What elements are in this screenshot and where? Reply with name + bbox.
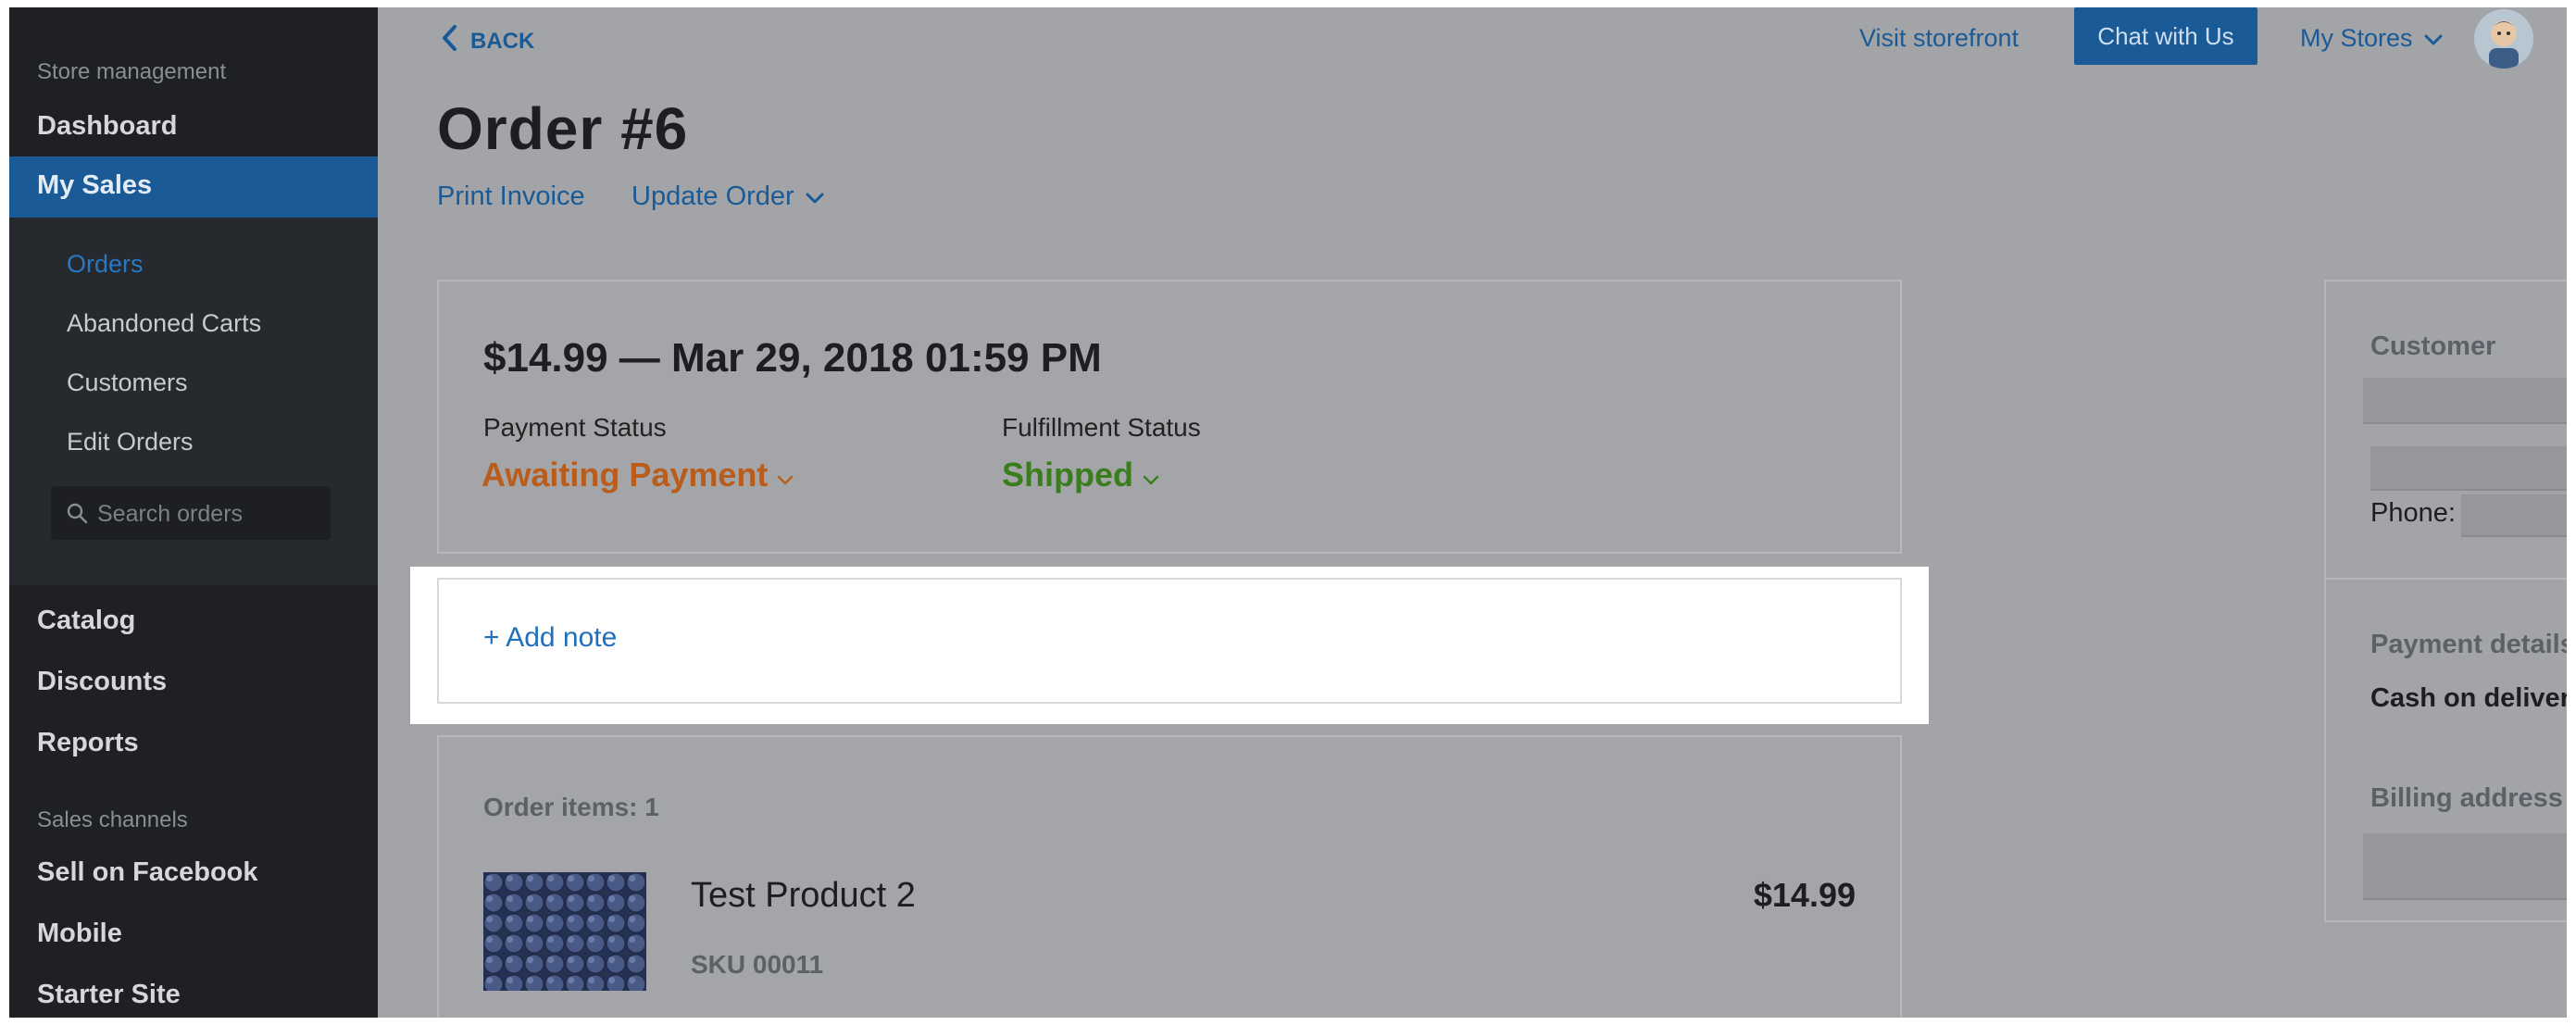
chat-with-us-button[interactable]: Chat with Us [2074, 7, 2257, 65]
sidebar-item-sell-on-facebook[interactable]: Sell on Facebook [37, 857, 258, 888]
customer-label: Customer [2370, 331, 2496, 361]
update-order-dropdown[interactable]: Update Order [631, 181, 824, 212]
page-title: Order #6 [437, 95, 689, 162]
customer-card: Customer CR Phone: Payment details Cash … [2324, 280, 2567, 922]
sidebar-subitem-abandoned-carts[interactable]: Abandoned Carts [67, 309, 261, 338]
chevron-down-icon [1143, 456, 1159, 494]
order-total-date: $14.99 — Mar 29, 2018 01:59 PM [483, 335, 1102, 381]
sidebar-item-dashboard[interactable]: Dashboard [37, 111, 177, 142]
chevron-down-icon [806, 181, 824, 212]
sidebar-item-my-sales[interactable]: My Sales [9, 156, 378, 218]
visit-storefront-link[interactable]: Visit storefront [1859, 24, 2019, 53]
product-name[interactable]: Test Product 2 [691, 876, 916, 916]
payment-details-label: Payment details [2370, 630, 2567, 659]
product-price: $14.99 [1753, 876, 1856, 914]
print-invoice-label: Print Invoice [437, 181, 585, 211]
back-label: BACK [470, 28, 535, 54]
update-order-label: Update Order [631, 181, 794, 211]
billing-address-label: Billing address [2370, 783, 2563, 813]
divider [2326, 578, 2567, 580]
order-items-card: Order items: 1 Test Product 2 SKU 00011 … [437, 735, 1902, 1018]
order-items-count: Order items: 1 [483, 793, 659, 821]
sidebar-section-sales-channels: Sales channels [37, 807, 188, 832]
search-orders-box [51, 486, 331, 540]
sidebar: Store management Dashboard My Sales Orde… [9, 7, 378, 1018]
payment-status-label: Payment Status [483, 413, 667, 442]
phone-label: Phone: [2370, 498, 2456, 528]
sidebar-section-store-management: Store management [37, 59, 227, 84]
my-stores-dropdown[interactable]: My Stores [2300, 24, 2443, 53]
redacted-customer-email [2370, 446, 2567, 491]
sidebar-item-reports[interactable]: Reports [37, 728, 139, 758]
product-sku: SKU 00011 [691, 950, 824, 979]
product-thumbnail[interactable] [483, 872, 646, 991]
order-summary-card: $14.99 — Mar 29, 2018 01:59 PM Payment S… [437, 280, 1902, 554]
chevron-left-icon [441, 24, 457, 58]
sidebar-item-catalog[interactable]: Catalog [37, 606, 135, 636]
fulfillment-status-label: Fulfillment Status [1002, 413, 1201, 442]
chevron-down-icon [2424, 24, 2443, 53]
search-icon [66, 502, 88, 529]
print-invoice-link[interactable]: Print Invoice [437, 181, 585, 212]
chevron-down-icon [777, 456, 794, 494]
main-content: BACK Visit storefront Chat with Us My St… [378, 7, 2567, 1018]
sidebar-item-discounts[interactable]: Discounts [37, 667, 167, 697]
cartoon-avatar-icon [2474, 9, 2533, 69]
fulfillment-status-value: Shipped [1002, 456, 1133, 494]
user-avatar[interactable] [2474, 9, 2533, 69]
sidebar-subitem-orders[interactable]: Orders [67, 250, 144, 279]
sidebar-item-my-sales-label: My Sales [37, 170, 153, 200]
sidebar-item-mobile[interactable]: Mobile [37, 919, 122, 949]
sidebar-item-starter-site[interactable]: Starter Site [37, 980, 181, 1010]
my-stores-label: My Stores [2300, 24, 2413, 52]
payment-status-dropdown[interactable]: Awaiting Payment [481, 456, 794, 494]
payment-method: Cash on delivery [2370, 683, 2567, 713]
sidebar-subitem-edit-orders[interactable]: Edit Orders [67, 428, 194, 456]
redacted-customer-name [2363, 378, 2567, 424]
search-orders-input[interactable] [95, 494, 321, 533]
add-note-link[interactable]: + Add note [483, 622, 617, 654]
redacted-billing-address [2363, 833, 2567, 900]
add-note-card[interactable]: + Add note [437, 578, 1902, 704]
sidebar-subitem-customers[interactable]: Customers [67, 369, 188, 397]
app-window: Store management Dashboard My Sales Orde… [9, 7, 2567, 1018]
back-link[interactable]: BACK [441, 24, 534, 58]
fulfillment-status-dropdown[interactable]: Shipped [1002, 456, 1159, 494]
redacted-phone [2461, 494, 2567, 537]
payment-status-value: Awaiting Payment [481, 456, 769, 494]
